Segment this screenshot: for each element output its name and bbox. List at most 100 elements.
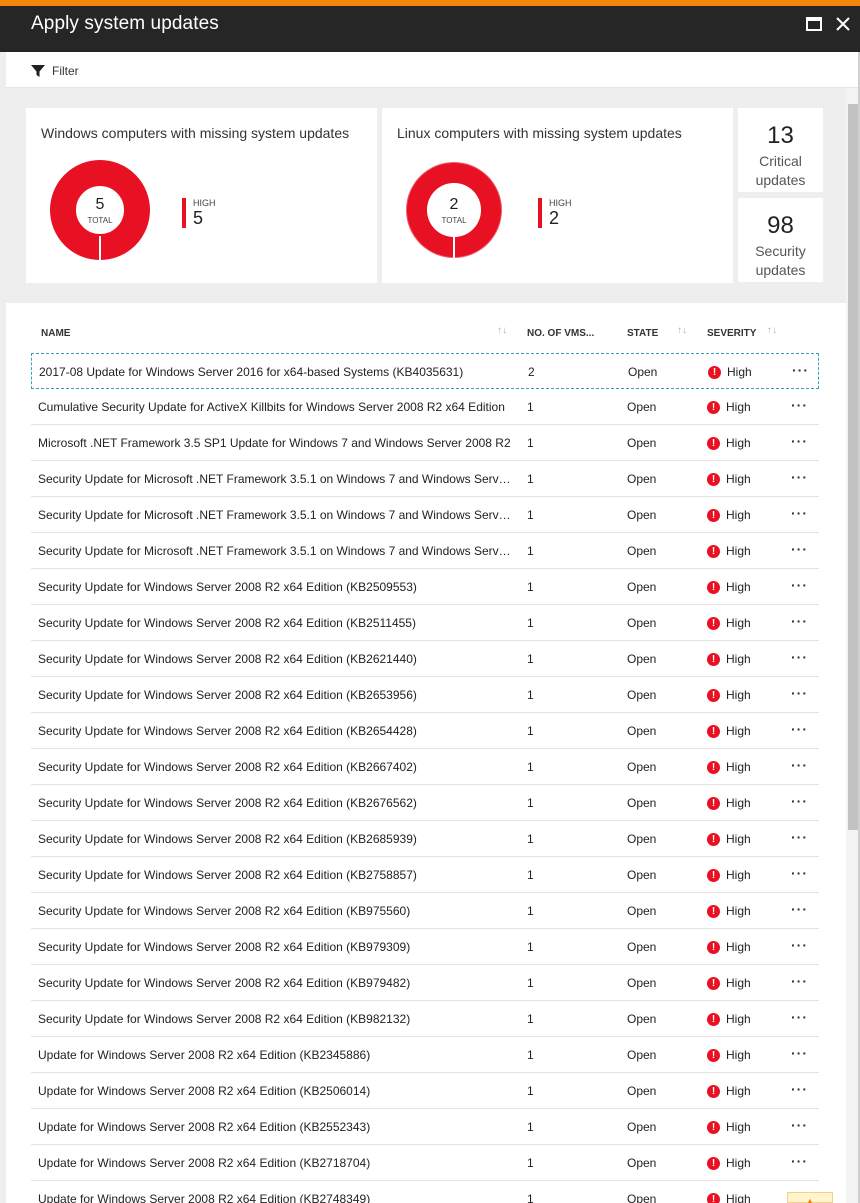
table-row[interactable]: Update for Windows Server 2008 R2 x64 Ed… — [31, 1109, 819, 1145]
security-updates-tile[interactable]: 98 Security updates — [738, 198, 823, 282]
more-icon[interactable]: ··· — [791, 685, 808, 701]
more-icon[interactable]: ··· — [792, 362, 809, 378]
severity-label: High — [726, 400, 751, 414]
table-row[interactable]: Security Update for Windows Server 2008 … — [31, 929, 819, 965]
severity-cell: ! High — [707, 723, 751, 739]
severity-label: High — [726, 616, 751, 630]
severity-cell: ! High — [707, 543, 751, 559]
sort-severity-icon[interactable]: ↑↓ — [767, 325, 777, 336]
more-icon[interactable]: ··· — [791, 1081, 808, 1097]
more-icon[interactable]: ··· — [791, 577, 808, 593]
error-circle-icon: ! — [707, 760, 720, 774]
scrollbar-thumb[interactable] — [848, 104, 858, 830]
linux-card-title: Linux computers with missing system upda… — [397, 125, 682, 141]
table-row[interactable]: Security Update for Windows Server 2008 … — [31, 821, 819, 857]
table-row[interactable]: Security Update for Windows Server 2008 … — [31, 749, 819, 785]
more-icon[interactable]: ··· — [791, 937, 808, 953]
notification-indicator[interactable]: ▲ — [787, 1192, 833, 1203]
more-icon[interactable]: ··· — [791, 793, 808, 809]
windows-donut-chart[interactable]: 5 TOTAL — [48, 158, 152, 262]
table-row[interactable]: Security Update for Windows Server 2008 … — [31, 605, 819, 641]
update-name: Update for Windows Server 2008 R2 x64 Ed… — [38, 1156, 371, 1170]
table-row[interactable]: Security Update for Windows Server 2008 … — [31, 965, 819, 1001]
severity-cell: ! High — [707, 435, 751, 451]
column-header-severity[interactable]: SEVERITY — [707, 328, 756, 339]
more-icon[interactable]: ··· — [791, 1009, 808, 1025]
table-row[interactable]: Security Update for Windows Server 2008 … — [31, 857, 819, 893]
severity-label: High — [726, 580, 751, 594]
table-row[interactable]: Update for Windows Server 2008 R2 x64 Ed… — [31, 1181, 819, 1203]
vm-count: 2 — [528, 365, 535, 379]
vm-count: 1 — [527, 1156, 534, 1170]
more-icon[interactable]: ··· — [791, 865, 808, 881]
error-circle-icon: ! — [707, 580, 720, 594]
table-row[interactable]: Security Update for Windows Server 2008 … — [31, 785, 819, 821]
table-row[interactable]: Security Update for Windows Server 2008 … — [31, 893, 819, 929]
table-row[interactable]: Security Update for Windows Server 2008 … — [31, 1001, 819, 1037]
security-updates-label: Security updates — [738, 242, 823, 280]
maximize-icon[interactable] — [806, 17, 822, 31]
error-circle-icon: ! — [707, 1192, 720, 1203]
column-header-state[interactable]: STATE — [627, 328, 658, 339]
update-state: Open — [627, 832, 657, 846]
linux-total-label: TOTAL — [441, 216, 467, 225]
table-row[interactable]: 2017-08 Update for Windows Server 2016 f… — [31, 353, 819, 389]
more-icon[interactable]: ··· — [791, 721, 808, 737]
vm-count: 1 — [527, 472, 534, 486]
more-icon[interactable]: ··· — [791, 541, 808, 557]
table-row[interactable]: Update for Windows Server 2008 R2 x64 Ed… — [31, 1037, 819, 1073]
severity-label: High — [726, 868, 751, 882]
more-icon[interactable]: ··· — [791, 901, 808, 917]
severity-label: High — [726, 760, 751, 774]
more-icon[interactable]: ··· — [791, 433, 808, 449]
table-row[interactable]: Security Update for Windows Server 2008 … — [31, 641, 819, 677]
error-circle-icon: ! — [707, 472, 720, 486]
linux-donut-chart[interactable]: 2 TOTAL — [402, 158, 506, 262]
table-row[interactable]: Security Update for Windows Server 2008 … — [31, 569, 819, 605]
table-row[interactable]: Security Update for Microsoft .NET Frame… — [31, 461, 819, 497]
security-label-line1: Security — [755, 243, 806, 259]
column-header-vms[interactable]: NO. OF VMS... — [527, 328, 594, 339]
update-name: Security Update for Windows Server 2008 … — [38, 832, 417, 846]
more-icon[interactable]: ··· — [791, 397, 808, 413]
update-state: Open — [627, 1084, 657, 1098]
update-state: Open — [627, 940, 657, 954]
windows-summary-card[interactable]: Windows computers with missing system up… — [26, 108, 377, 283]
table-row[interactable]: Update for Windows Server 2008 R2 x64 Ed… — [31, 1145, 819, 1181]
table-row[interactable]: Microsoft .NET Framework 3.5 SP1 Update … — [31, 425, 819, 461]
sort-state-icon[interactable]: ↑↓ — [677, 325, 687, 336]
more-icon[interactable]: ··· — [791, 757, 808, 773]
critical-updates-tile[interactable]: 13 Critical updates — [738, 108, 823, 192]
table-row[interactable]: Security Update for Microsoft .NET Frame… — [31, 533, 819, 569]
update-name: Cumulative Security Update for ActiveX K… — [38, 400, 505, 414]
table-row[interactable]: Update for Windows Server 2008 R2 x64 Ed… — [31, 1073, 819, 1109]
linux-summary-card[interactable]: Linux computers with missing system upda… — [382, 108, 733, 283]
linux-legend: HIGH 2 — [538, 198, 598, 230]
more-icon[interactable]: ··· — [791, 613, 808, 629]
table-row[interactable]: Security Update for Windows Server 2008 … — [31, 713, 819, 749]
update-state: Open — [627, 652, 657, 666]
more-icon[interactable]: ··· — [791, 1045, 808, 1061]
more-icon[interactable]: ··· — [791, 469, 808, 485]
sort-name-icon[interactable]: ↑↓ — [497, 325, 507, 336]
close-icon[interactable] — [834, 15, 852, 33]
more-icon[interactable]: ··· — [791, 973, 808, 989]
update-name: Security Update for Windows Server 2008 … — [38, 904, 411, 918]
more-icon[interactable]: ··· — [791, 649, 808, 665]
windows-legend-value: 5 — [193, 208, 204, 228]
more-icon[interactable]: ··· — [791, 829, 808, 845]
vm-count: 1 — [527, 544, 534, 558]
filter-button[interactable]: Filter — [30, 62, 79, 80]
more-icon[interactable]: ··· — [791, 505, 808, 521]
table-row[interactable]: Cumulative Security Update for ActiveX K… — [31, 389, 819, 425]
severity-cell: ! High — [707, 1155, 751, 1171]
update-name: Security Update for Windows Server 2008 … — [38, 652, 417, 666]
update-state: Open — [627, 472, 657, 486]
severity-label: High — [726, 940, 751, 954]
error-circle-icon: ! — [707, 544, 720, 558]
column-header-name[interactable]: NAME — [41, 328, 70, 339]
table-row[interactable]: Security Update for Windows Server 2008 … — [31, 677, 819, 713]
table-row[interactable]: Security Update for Microsoft .NET Frame… — [31, 497, 819, 533]
more-icon[interactable]: ··· — [791, 1153, 808, 1169]
more-icon[interactable]: ··· — [791, 1117, 808, 1133]
